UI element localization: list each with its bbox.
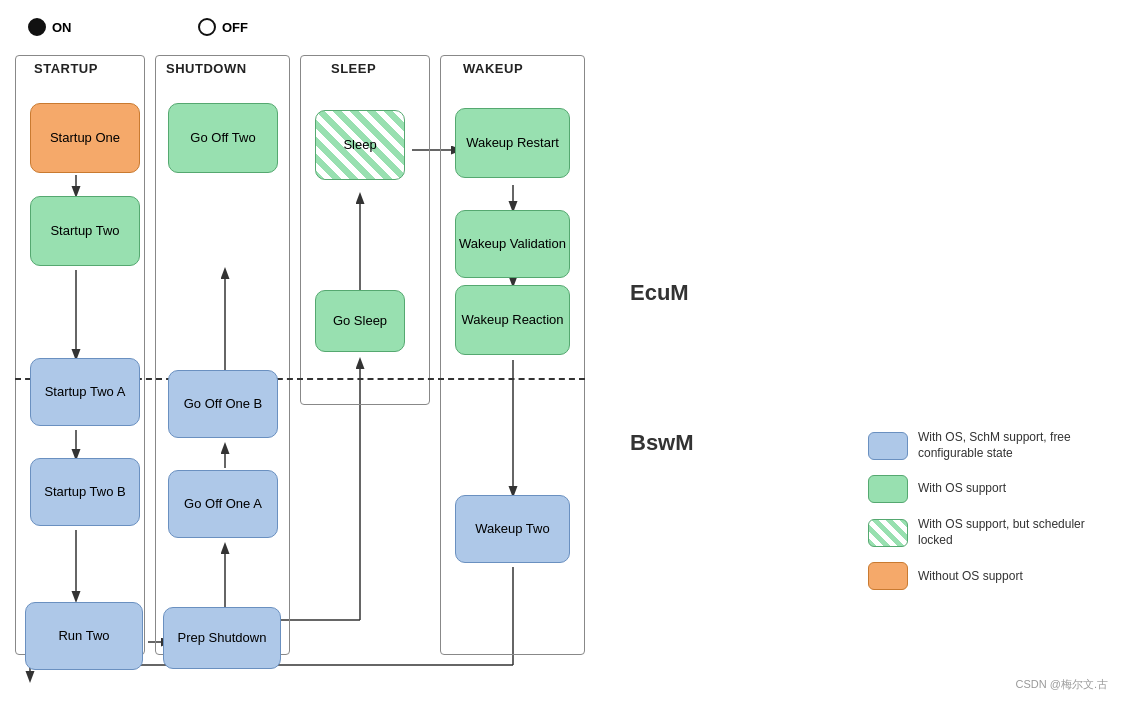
go-off-one-a-state: Go Off One A <box>168 470 278 538</box>
go-off-one-b-state: Go Off One B <box>168 370 278 438</box>
shutdown-label: SHUTDOWN <box>166 61 247 76</box>
legend-text-green: With OS support <box>918 481 1006 497</box>
wakeup-two-state: Wakeup Two <box>455 495 570 563</box>
go-off-two-state: Go Off Two <box>168 103 278 173</box>
legend-swatch-hatched <box>868 519 908 547</box>
run-two-state: Run Two <box>25 602 143 670</box>
on-label: ON <box>52 20 72 35</box>
diagram-container: ON OFF STARTUP SHUTDOWN SLEEP WAKEUP Ecu… <box>0 0 1128 702</box>
sleep-state: Sleep <box>315 110 405 180</box>
sleep-column: SLEEP <box>300 55 430 405</box>
legend-swatch-green <box>868 475 908 503</box>
legend-item-orange: Without OS support <box>868 562 1098 590</box>
bswm-label: BswM <box>630 430 694 456</box>
legend-text-blue: With OS, SchM support, free configurable… <box>918 430 1098 461</box>
legend-text-orange: Without OS support <box>918 569 1023 585</box>
startup-one-state: Startup One <box>30 103 140 173</box>
legend-item-hatched: With OS support, but scheduler locked <box>868 517 1098 548</box>
startup-two-state: Startup Two <box>30 196 140 266</box>
off-dot <box>198 18 216 36</box>
prep-shutdown-state: Prep Shutdown <box>163 607 281 669</box>
legend-item-green: With OS support <box>868 475 1098 503</box>
legend-item-blue: With OS, SchM support, free configurable… <box>868 430 1098 461</box>
go-sleep-state: Go Sleep <box>315 290 405 352</box>
off-label: OFF <box>222 20 248 35</box>
startup-two-a-state: Startup Two A <box>30 358 140 426</box>
wakeup-restart-state: Wakeup Restart <box>455 108 570 178</box>
startup-label: STARTUP <box>34 61 98 76</box>
wakeup-reaction-state: Wakeup Reaction <box>455 285 570 355</box>
wakeup-label: WAKEUP <box>463 61 523 76</box>
ecum-label: EcuM <box>630 280 689 306</box>
legend-swatch-blue <box>868 432 908 460</box>
legend-text-hatched: With OS support, but scheduler locked <box>918 517 1098 548</box>
wakeup-validation-state: Wakeup Validation <box>455 210 570 278</box>
watermark: CSDN @梅尔文.古 <box>1016 677 1108 692</box>
legend: With OS, SchM support, free configurable… <box>868 430 1098 604</box>
sleep-label: SLEEP <box>331 61 376 76</box>
on-indicator: ON <box>28 18 72 36</box>
startup-two-b-state: Startup Two B <box>30 458 140 526</box>
off-indicator: OFF <box>198 18 248 36</box>
legend-swatch-orange <box>868 562 908 590</box>
on-dot <box>28 18 46 36</box>
